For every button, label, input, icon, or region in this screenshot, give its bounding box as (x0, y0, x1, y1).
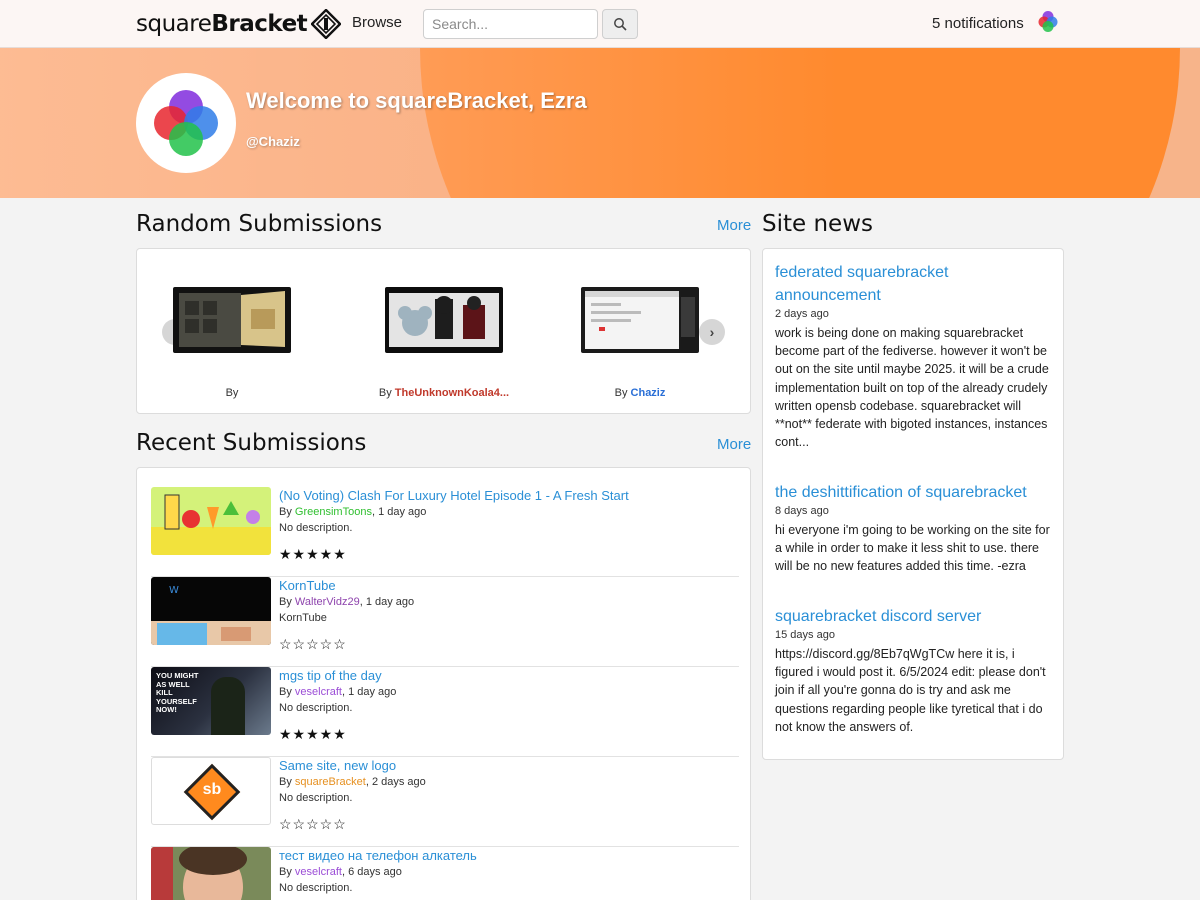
submission-description: KornTube (279, 612, 327, 624)
recent-submissions-heading: Recent Submissions (136, 430, 367, 456)
random-item[interactable] (349, 287, 539, 358)
news-body: hi everyone i'm going to be working on t… (775, 523, 1050, 574)
site-news-panel: federated squarebracket announcement 2 d… (762, 248, 1064, 760)
submission-author-link[interactable]: GreensimToons (295, 506, 372, 518)
submission-thumbnail: W (151, 577, 271, 645)
news-date: 8 days ago (775, 505, 829, 517)
submission-description: No description. (279, 702, 353, 714)
thumbnail-caption: YOU MIGHT AS WELL KILL YOURSELF NOW! (156, 671, 199, 714)
submission-title-link[interactable]: тест видео на телефон алкатель (279, 848, 477, 863)
sb-logo-text: sb (202, 781, 222, 798)
news-body: work is being done on making squarebrack… (775, 326, 1049, 450)
submission-thumbnail: YOU MIGHT AS WELL KILL YOURSELF NOW! (151, 667, 271, 735)
list-item[interactable]: W KornTube By WalterVidz29, 1 day ago Ko… (151, 577, 739, 667)
search-button[interactable] (602, 9, 638, 39)
rating-stars: ☆☆☆☆☆ (279, 636, 347, 652)
user-handle: @Chaziz (246, 134, 300, 149)
rating-stars: ☆☆☆☆☆ (279, 816, 347, 832)
notifications-link[interactable]: 5 notifications (932, 15, 1024, 32)
profile-banner: Welcome to squareBracket, Ezra @Chaziz (0, 48, 1200, 198)
submission-time: , 2 days ago (365, 776, 426, 788)
submission-thumbnail (151, 487, 271, 555)
news-item: squarebracket discord server 15 days ago… (775, 605, 1055, 736)
top-navbar: squareBracket Browse 5 notifications (0, 0, 1200, 48)
submission-title-link[interactable]: KornTube (279, 578, 336, 593)
rating-stars: ★★★★★ (279, 726, 347, 742)
site-wordmark: squareBracket (136, 11, 308, 37)
random-thumbnail (385, 287, 503, 353)
news-body: https://discord.gg/8Eb7qWgTCw here it is… (775, 647, 1046, 734)
random-by-label: By (225, 387, 239, 399)
profile-avatar[interactable] (136, 73, 236, 173)
submission-title-link[interactable]: mgs tip of the day (279, 668, 382, 683)
news-item: federated squarebracket announcement 2 d… (775, 261, 1055, 451)
submission-author-link[interactable]: veselcraft (295, 686, 342, 698)
rating-stars: ★★★★★ (279, 546, 347, 562)
submission-time: , 1 day ago (341, 686, 397, 698)
submission-author-link[interactable]: WalterVidz29 (295, 596, 360, 608)
site-logo-link[interactable]: squareBracket (136, 8, 342, 40)
submission-author-link[interactable]: veselcraft (295, 866, 342, 878)
random-item[interactable] (545, 287, 735, 358)
submission-title-link[interactable]: (No Voting) Clash For Luxury Hotel Episo… (279, 488, 629, 503)
list-item[interactable]: YOU MIGHT AS WELL KILL YOURSELF NOW! mgs… (151, 667, 739, 757)
list-item[interactable]: (No Voting) Clash For Luxury Hotel Episo… (151, 487, 739, 577)
submission-title-link[interactable]: Same site, new logo (279, 758, 396, 773)
news-title-link[interactable]: squarebracket discord server (775, 605, 1055, 628)
welcome-heading: Welcome to squareBracket, Ezra (246, 88, 587, 113)
user-avatar-icon[interactable] (1036, 9, 1060, 33)
news-title-link[interactable]: federated squarebracket announcement (775, 261, 1055, 307)
brand-diamond-icon (311, 9, 342, 39)
random-more-link[interactable]: More (717, 217, 751, 234)
submission-description: No description. (279, 522, 353, 534)
site-news-heading: Site news (762, 211, 873, 237)
random-author-link[interactable]: TheUnknownKoala4... (395, 387, 509, 399)
random-thumbnail (581, 287, 699, 353)
search-input[interactable] (423, 9, 598, 39)
submission-description: No description. (279, 882, 353, 894)
random-by-label: By (378, 387, 392, 399)
list-item[interactable]: тест видео на телефон алкатель By veselc… (151, 847, 739, 900)
news-date: 2 days ago (775, 308, 829, 320)
random-by-label: By (614, 387, 628, 399)
submission-description: No description. (279, 792, 353, 804)
news-date: 15 days ago (775, 629, 835, 641)
submission-thumbnail (151, 847, 271, 900)
random-thumbnail (173, 287, 291, 353)
random-item[interactable] (137, 287, 327, 358)
submission-time: , 6 days ago (341, 866, 402, 878)
random-carousel: ‹ › By By TheUnknownKoala4... (136, 248, 751, 414)
submission-author-link[interactable]: squareBracket (295, 776, 366, 788)
submission-thumbnail: sb (151, 757, 271, 825)
recent-more-link[interactable]: More (717, 436, 751, 453)
submission-time: , 1 day ago (359, 596, 415, 608)
random-author-link[interactable]: Chaziz (631, 387, 666, 399)
recent-submissions-list: (No Voting) Clash For Luxury Hotel Episo… (136, 467, 751, 900)
list-item[interactable]: sb Same site, new logo By squareBracket,… (151, 757, 739, 847)
news-title-link[interactable]: the deshittification of squarebracket (775, 481, 1055, 504)
avatar-logo-icon (154, 90, 218, 156)
submission-time: , 1 day ago (371, 506, 427, 518)
random-submissions-heading: Random Submissions (136, 211, 383, 237)
svg-text:W: W (169, 585, 179, 596)
news-item: the deshittification of squarebracket 8 … (775, 481, 1055, 576)
nav-browse-link[interactable]: Browse (352, 14, 402, 31)
search-icon (614, 18, 627, 31)
